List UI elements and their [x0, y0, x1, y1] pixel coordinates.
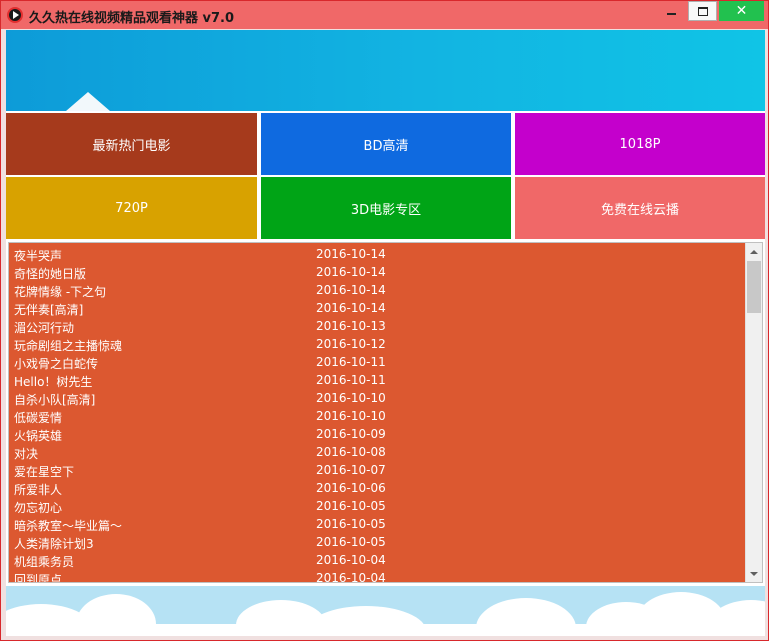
list-item[interactable]: 所爱非人 2016-10-06: [9, 480, 745, 498]
movie-title: 湄公河行动: [14, 321, 75, 335]
list-item[interactable]: 夜半哭声 2016-10-14: [9, 246, 745, 264]
movie-date: 2016-10-05: [316, 535, 386, 549]
close-icon: ✕: [735, 3, 748, 19]
list-item[interactable]: 机组乘务员 2016-10-04: [9, 552, 745, 570]
movie-date: 2016-10-13: [316, 319, 386, 333]
tile-label: 1018P: [619, 136, 661, 152]
content-frame: 最新热门电影 BD高清 1018P 720P 3D电影专区 免费在线云播 夜半哭…: [6, 30, 765, 636]
header-banner: [6, 30, 765, 111]
movie-date: 2016-10-14: [316, 265, 386, 279]
movie-title: 玩命剧组之主播惊魂: [14, 339, 123, 353]
tile-label: BD高清: [363, 138, 409, 154]
title-bar[interactable]: 久久热在线视频精品观看神器 v7.0 ✕: [1, 1, 768, 29]
movie-title: 暗杀教室～毕业篇～: [14, 519, 123, 533]
list-item[interactable]: 对决 2016-10-08: [9, 444, 745, 462]
tile-720p[interactable]: 720P: [6, 177, 257, 239]
movie-list[interactable]: 夜半哭声 2016-10-14 奇怪的她日版 2016-10-14 花牌情缘 -下之句 2…: [8, 242, 763, 583]
list-item[interactable]: 自杀小队[高清] 2016-10-10: [9, 390, 745, 408]
list-item[interactable]: 花牌情缘 -下之句 2016-10-14: [9, 282, 745, 300]
list-item[interactable]: 回到原点 2016-10-04: [9, 570, 745, 583]
maximize-button[interactable]: [688, 1, 717, 21]
tile-1018p[interactable]: 1018P: [515, 113, 765, 175]
scroll-down-arrow-icon[interactable]: [746, 565, 762, 582]
list-item[interactable]: 人类清除计划3 2016-10-05: [9, 534, 745, 552]
movie-date: 2016-10-05: [316, 499, 386, 513]
tile-label: 3D电影专区: [350, 202, 422, 218]
movie-title: 小戏骨之白蛇传: [14, 357, 99, 371]
vertical-scrollbar[interactable]: [745, 243, 762, 582]
list-item[interactable]: 玩命剧组之主播惊魂 2016-10-12: [9, 336, 745, 354]
movie-title: 低碳爱情: [14, 411, 63, 425]
movie-date: 2016-10-14: [316, 301, 386, 315]
movie-title: 自杀小队[高清]: [14, 393, 96, 407]
movie-date: 2016-10-11: [316, 373, 386, 387]
list-item[interactable]: 暗杀教室～毕业篇～ 2016-10-05: [9, 516, 745, 534]
movie-date: 2016-10-04: [316, 553, 386, 567]
movie-title: 回到原点: [14, 573, 63, 583]
movie-date: 2016-10-11: [316, 355, 386, 369]
tile-free-cloud-play[interactable]: 免费在线云播: [515, 177, 765, 239]
list-item[interactable]: 爱在星空下 2016-10-07: [9, 462, 745, 480]
list-item[interactable]: 低碳爱情 2016-10-10: [9, 408, 745, 426]
movie-title: 机组乘务员: [14, 555, 75, 569]
tile-label: 720P: [115, 200, 148, 216]
cloud-footer-decoration: [6, 586, 765, 636]
app-window: 久久热在线视频精品观看神器 v7.0 ✕ 最新热门电影 BD高清 1018P 7…: [0, 0, 769, 641]
movie-date: 2016-10-05: [316, 517, 386, 531]
list-item[interactable]: 勿忘初心 2016-10-05: [9, 498, 745, 516]
movie-date: 2016-10-12: [316, 337, 386, 351]
movie-title: 对决: [14, 447, 39, 461]
movie-date: 2016-10-10: [316, 391, 386, 405]
tile-label: 最新热门电影: [92, 138, 171, 154]
list-item[interactable]: 小戏骨之白蛇传 2016-10-11: [9, 354, 745, 372]
movie-title: Hello！树先生: [14, 375, 93, 389]
close-button[interactable]: ✕: [719, 1, 764, 21]
movie-title: 人类清除计划3: [14, 537, 94, 551]
movie-list-rows: 夜半哭声 2016-10-14 奇怪的她日版 2016-10-14 花牌情缘 -下之句 2…: [9, 246, 745, 583]
movie-title: 奇怪的她日版: [14, 267, 87, 281]
movie-title: 夜半哭声: [14, 249, 63, 263]
movie-title: 无伴奏[高清]: [14, 303, 84, 317]
list-item[interactable]: 湄公河行动 2016-10-13: [9, 318, 745, 336]
play-icon: [7, 7, 23, 23]
movie-date: 2016-10-14: [316, 247, 386, 261]
scroll-up-arrow-icon[interactable]: [746, 243, 762, 260]
list-item[interactable]: 奇怪的她日版 2016-10-14: [9, 264, 745, 282]
window-title: 久久热在线视频精品观看神器 v7.0: [29, 11, 235, 26]
movie-date: 2016-10-08: [316, 445, 386, 459]
movie-date: 2016-10-10: [316, 409, 386, 423]
minimize-icon: [667, 13, 676, 15]
tile-3d-movies[interactable]: 3D电影专区: [261, 177, 511, 239]
scrollbar-thumb[interactable]: [747, 261, 761, 313]
tile-label: 免费在线云播: [600, 202, 679, 218]
cloud-base: [6, 624, 765, 636]
movie-title: 爱在星空下: [14, 465, 75, 479]
minimize-button[interactable]: [658, 1, 685, 21]
tile-latest-movies[interactable]: 最新热门电影: [6, 113, 257, 175]
movie-title: 火锅英雄: [14, 429, 63, 443]
movie-date: 2016-10-07: [316, 463, 386, 477]
tile-bd-hd[interactable]: BD高清: [261, 113, 511, 175]
list-item[interactable]: Hello！树先生 2016-10-11: [9, 372, 745, 390]
movie-date: 2016-10-06: [316, 481, 386, 495]
movie-date: 2016-10-04: [316, 571, 386, 583]
movie-date: 2016-10-09: [316, 427, 386, 441]
list-item[interactable]: 无伴奏[高清] 2016-10-14: [9, 300, 745, 318]
movie-title: 所爱非人: [14, 483, 63, 497]
mountain-peak-decoration: [66, 92, 110, 111]
maximize-icon: [697, 6, 708, 16]
list-item[interactable]: 火锅英雄 2016-10-09: [9, 426, 745, 444]
movie-title: 勿忘初心: [14, 501, 63, 515]
movie-title: 花牌情缘 -下之句: [14, 285, 107, 299]
movie-date: 2016-10-14: [316, 283, 386, 297]
